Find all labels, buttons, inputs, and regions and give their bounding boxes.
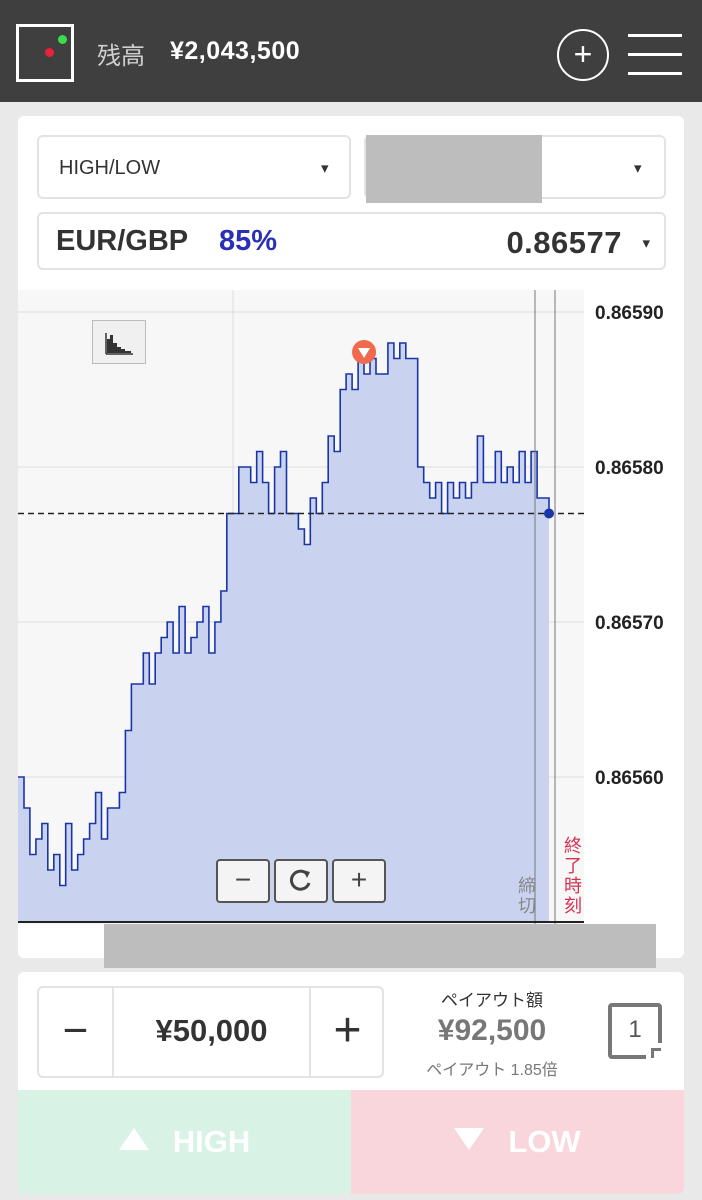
- axis-background: [584, 290, 684, 924]
- price-chart[interactable]: 0.86590 0.86580 0.86570 0.86560: [18, 290, 684, 930]
- high-label: HIGH: [172, 1124, 251, 1159]
- end-time-label: 終了時刻: [562, 836, 582, 916]
- chevron-down-icon: ▾: [642, 235, 650, 252]
- deadline-label: 締切: [516, 876, 536, 916]
- low-label: LOW: [508, 1124, 581, 1159]
- top-bar: 残高 ¥2,043,500 +: [0, 0, 702, 102]
- current-price-dot: [544, 508, 554, 519]
- asset-pair: EUR/GBP: [56, 225, 189, 257]
- asset-price: 0.86577: [506, 225, 622, 260]
- chart-scrollbar[interactable]: [104, 924, 656, 968]
- y-tick-label: 0.86570: [595, 613, 664, 634]
- expiry-select[interactable]: ▾: [364, 135, 666, 203]
- logo-green-dot: [58, 35, 67, 44]
- chevron-down-icon: ▾: [321, 160, 329, 177]
- amount-stepper: − ¥50,000 +: [37, 986, 384, 1078]
- y-tick-label: 0.86560: [595, 768, 664, 789]
- balance-value: ¥2,043,500: [170, 37, 301, 65]
- order-panel: − ¥50,000 + ペイアウト額 ¥92,500 ペイアウト 1.85倍 1…: [18, 972, 684, 1194]
- balance-label: 残高: [97, 43, 145, 70]
- app-logo-icon[interactable]: [16, 24, 74, 82]
- down-arrow-marker-icon: [352, 340, 377, 364]
- payout-label: ペイアウト額: [441, 991, 543, 1010]
- triangle-down-icon: [454, 1128, 485, 1150]
- payout-value: ¥92,500: [437, 1014, 547, 1047]
- trade-type-select[interactable]: HIGH/LOW ▾: [37, 135, 351, 199]
- chevron-down-icon: ▾: [634, 160, 642, 177]
- payout-multiplier: ペイアウト 1.85倍: [426, 1062, 558, 1079]
- y-tick-label: 0.86580: [595, 458, 664, 479]
- zoom-out-button[interactable]: −: [216, 859, 270, 903]
- hamburger-menu-icon[interactable]: [628, 34, 682, 76]
- area-chart-icon[interactable]: [92, 320, 146, 364]
- position-counter-icon[interactable]: 1: [608, 1003, 662, 1059]
- trade-card: HIGH/LOW ▾ ▾ EUR/GBP 85% 0.86577 ▾ 0.865…: [18, 116, 684, 968]
- payout-percent: 85%: [219, 225, 278, 257]
- y-tick-label: 0.86590: [595, 303, 664, 324]
- asset-select[interactable]: EUR/GBP 85% 0.86577 ▾: [37, 212, 666, 270]
- position-count: 1: [628, 1016, 642, 1043]
- zoom-in-button[interactable]: +: [332, 859, 386, 903]
- trade-type-value: HIGH/LOW: [59, 157, 161, 179]
- triangle-up-icon: [118, 1128, 149, 1150]
- amount-input[interactable]: ¥50,000: [114, 988, 309, 1076]
- low-button[interactable]: LOW: [351, 1090, 684, 1194]
- refresh-icon[interactable]: [274, 859, 328, 903]
- redacted-area: [366, 135, 542, 203]
- decrease-amount-button[interactable]: −: [39, 988, 112, 1076]
- logo-red-dot: [45, 48, 54, 57]
- chart-svg: 0.86590 0.86580 0.86570 0.86560: [18, 290, 684, 924]
- plus-circle-icon[interactable]: +: [557, 29, 609, 81]
- high-button[interactable]: HIGH: [18, 1090, 351, 1194]
- increase-amount-button[interactable]: +: [311, 988, 384, 1076]
